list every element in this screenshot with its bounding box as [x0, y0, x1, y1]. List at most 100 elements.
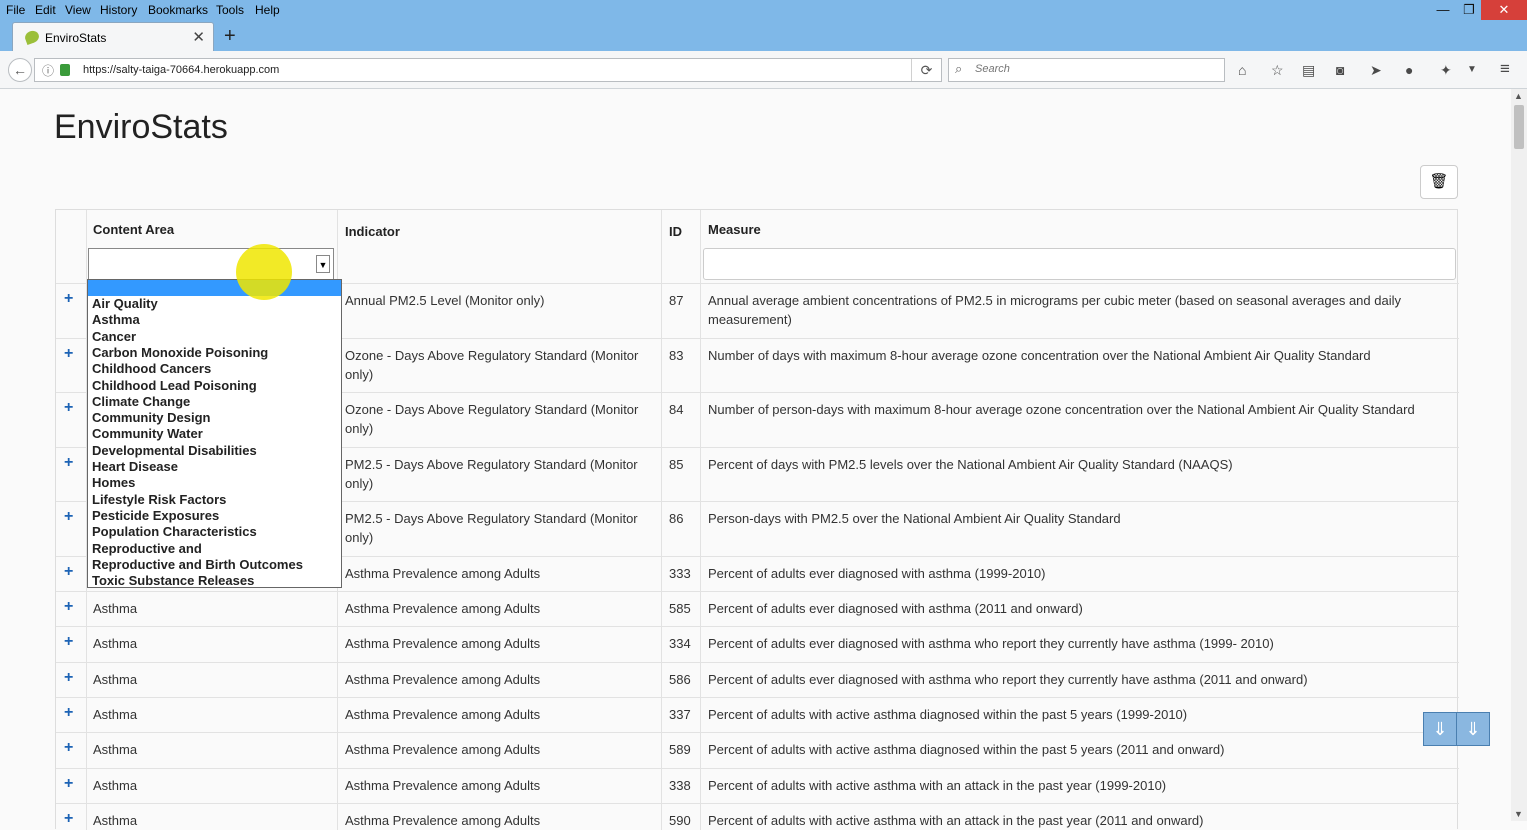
expand-row-icon[interactable]: +: [64, 399, 73, 417]
cell-content-area: Asthma: [93, 778, 138, 793]
header-id[interactable]: ID: [669, 224, 682, 239]
expand-row-icon[interactable]: +: [64, 739, 73, 757]
search-bar[interactable]: ⌕: [948, 58, 1225, 82]
menu-bar: File Edit View History Bookmarks Tools H…: [0, 0, 1527, 20]
nav-bar: ← ⓘ https://salty-taiga-70664.herokuapp.…: [0, 51, 1527, 89]
scrollbar-thumb[interactable]: [1514, 105, 1524, 149]
lock-icon: [60, 64, 70, 76]
expand-row-icon[interactable]: +: [64, 563, 73, 581]
expand-row-icon[interactable]: +: [64, 508, 73, 526]
cell-indicator: Asthma Prevalence among Adults: [345, 742, 541, 757]
dropdown-blank-option-highlighted[interactable]: [88, 280, 341, 296]
cell-content-area: Asthma: [93, 672, 138, 687]
dropdown-option[interactable]: Pesticide Exposures: [92, 508, 219, 523]
scroll-up-icon[interactable]: ▲: [1514, 91, 1523, 101]
chevron-down-icon[interactable]: ▼: [1467, 64, 1477, 75]
cell-id: 333: [669, 566, 691, 581]
dropdown-option[interactable]: Homes: [92, 475, 135, 490]
home-icon[interactable]: ⌂: [1238, 62, 1246, 78]
dropdown-option[interactable]: Childhood Cancers: [92, 361, 211, 376]
dropdown-option[interactable]: Lifestyle Risk Factors: [92, 492, 226, 507]
page-scrollbar[interactable]: ▲ ▼: [1511, 89, 1527, 821]
cell-id: 338: [669, 778, 691, 793]
scroll-down-icon[interactable]: ▼: [1514, 809, 1523, 819]
row-divider: [56, 626, 1459, 627]
dropdown-option[interactable]: Population Characteristics: [92, 524, 257, 539]
cell-indicator: Annual PM2.5 Level (Monitor only): [345, 293, 545, 308]
expand-row-icon[interactable]: +: [64, 704, 73, 722]
menu-tools[interactable]: Tools: [216, 3, 244, 17]
dropdown-option[interactable]: Heart Disease: [92, 459, 178, 474]
menu-view[interactable]: View: [65, 3, 91, 17]
hamburger-menu-icon[interactable]: ≡: [1500, 59, 1510, 79]
expand-row-icon[interactable]: +: [64, 633, 73, 651]
cell-id: 84: [669, 402, 684, 417]
pocket-icon[interactable]: ◙: [1336, 62, 1344, 78]
bookmarks-library-icon[interactable]: ▤: [1302, 62, 1315, 79]
cell-measure: Percent of days with PM2.5 levels over t…: [708, 457, 1233, 472]
reload-icon[interactable]: ⟳: [911, 59, 941, 81]
dropdown-option[interactable]: Climate Change: [92, 394, 190, 409]
expand-row-icon[interactable]: +: [64, 775, 73, 793]
dropdown-option[interactable]: Childhood Lead Poisoning: [92, 378, 257, 393]
bookmark-star-icon[interactable]: ☆: [1271, 62, 1284, 79]
header-measure[interactable]: Measure: [708, 222, 761, 237]
row-divider: [56, 697, 1459, 698]
url-text[interactable]: https://salty-taiga-70664.herokuapp.com: [83, 64, 279, 76]
cell-indicator: Ozone - Days Above Regulatory Standard (…: [345, 348, 639, 382]
extension-icon[interactable]: ✦: [1440, 62, 1452, 79]
tab-envirostats[interactable]: EnviroStats ✕: [12, 22, 214, 51]
chevron-down-icon[interactable]: ▼: [316, 255, 330, 273]
expand-row-icon[interactable]: +: [64, 669, 73, 687]
back-button[interactable]: ←: [8, 58, 32, 82]
cell-measure: Percent of adults with active asthma dia…: [708, 707, 1188, 722]
menu-bookmarks[interactable]: Bookmarks: [148, 3, 208, 17]
chat-icon[interactable]: ●: [1405, 62, 1413, 78]
dropdown-option[interactable]: Cancer: [92, 329, 136, 344]
cell-id: 585: [669, 601, 691, 616]
dropdown-option[interactable]: Toxic Substance Releases: [92, 573, 254, 588]
content-area-select[interactable]: ▼: [88, 248, 334, 280]
expand-row-icon[interactable]: +: [64, 290, 73, 308]
download-arrow-icon[interactable]: ⇓: [1456, 712, 1490, 746]
expand-row-icon[interactable]: +: [64, 810, 73, 828]
cell-id: 86: [669, 511, 684, 526]
info-icon[interactable]: ⓘ: [42, 62, 54, 79]
cell-indicator: Asthma Prevalence among Adults: [345, 707, 541, 722]
menu-edit[interactable]: Edit: [35, 3, 56, 17]
download-arrow-icon[interactable]: ⇓: [1423, 712, 1457, 746]
dropdown-option[interactable]: Community Design: [92, 410, 210, 425]
cell-measure: Percent of adults with active asthma wit…: [708, 778, 1167, 793]
trash-icon: 🗑: [1429, 173, 1449, 190]
menu-help[interactable]: Help: [255, 3, 280, 17]
measure-filter-input[interactable]: [703, 248, 1456, 280]
close-window-button[interactable]: ✕: [1481, 0, 1527, 20]
expand-row-icon[interactable]: +: [64, 345, 73, 363]
content-area-dropdown[interactable]: Air Quality Asthma Cancer Carbon Monoxide P…: [87, 279, 342, 588]
url-bar[interactable]: ⓘ https://salty-taiga-70664.herokuapp.co…: [34, 58, 942, 82]
dropdown-option[interactable]: Carbon Monoxide Poisoning: [92, 345, 268, 360]
cell-measure: Annual average ambient concentrations of…: [708, 293, 1401, 327]
close-tab-icon[interactable]: ✕: [192, 28, 205, 46]
new-tab-button[interactable]: +: [224, 25, 236, 48]
dropdown-option[interactable]: Developmental Disabilities: [92, 443, 257, 458]
cell-indicator: Ozone - Days Above Regulatory Standard (…: [345, 402, 639, 436]
expand-row-icon[interactable]: +: [64, 598, 73, 616]
search-input[interactable]: [973, 62, 1213, 76]
column-divider: [661, 210, 662, 830]
dropdown-option[interactable]: Asthma: [92, 312, 140, 327]
dropdown-option[interactable]: Community Water: [92, 426, 203, 441]
dropdown-option[interactable]: Air Quality: [92, 296, 158, 311]
header-content-area[interactable]: Content Area: [93, 222, 174, 237]
dropdown-option[interactable]: Reproductive and: [92, 541, 202, 556]
dropdown-option[interactable]: Reproductive and Birth Outcomes: [92, 557, 303, 572]
menu-history[interactable]: History: [100, 3, 137, 17]
clear-filters-button[interactable]: 🗑: [1420, 165, 1458, 199]
cell-measure: Percent of adults ever diagnosed with as…: [708, 672, 1308, 687]
cell-indicator: Asthma Prevalence among Adults: [345, 601, 541, 616]
expand-row-icon[interactable]: +: [64, 454, 73, 472]
send-icon[interactable]: ➤: [1370, 62, 1382, 79]
cursor-highlight: [236, 244, 292, 300]
header-indicator[interactable]: Indicator: [345, 224, 400, 239]
menu-file[interactable]: File: [6, 3, 25, 17]
